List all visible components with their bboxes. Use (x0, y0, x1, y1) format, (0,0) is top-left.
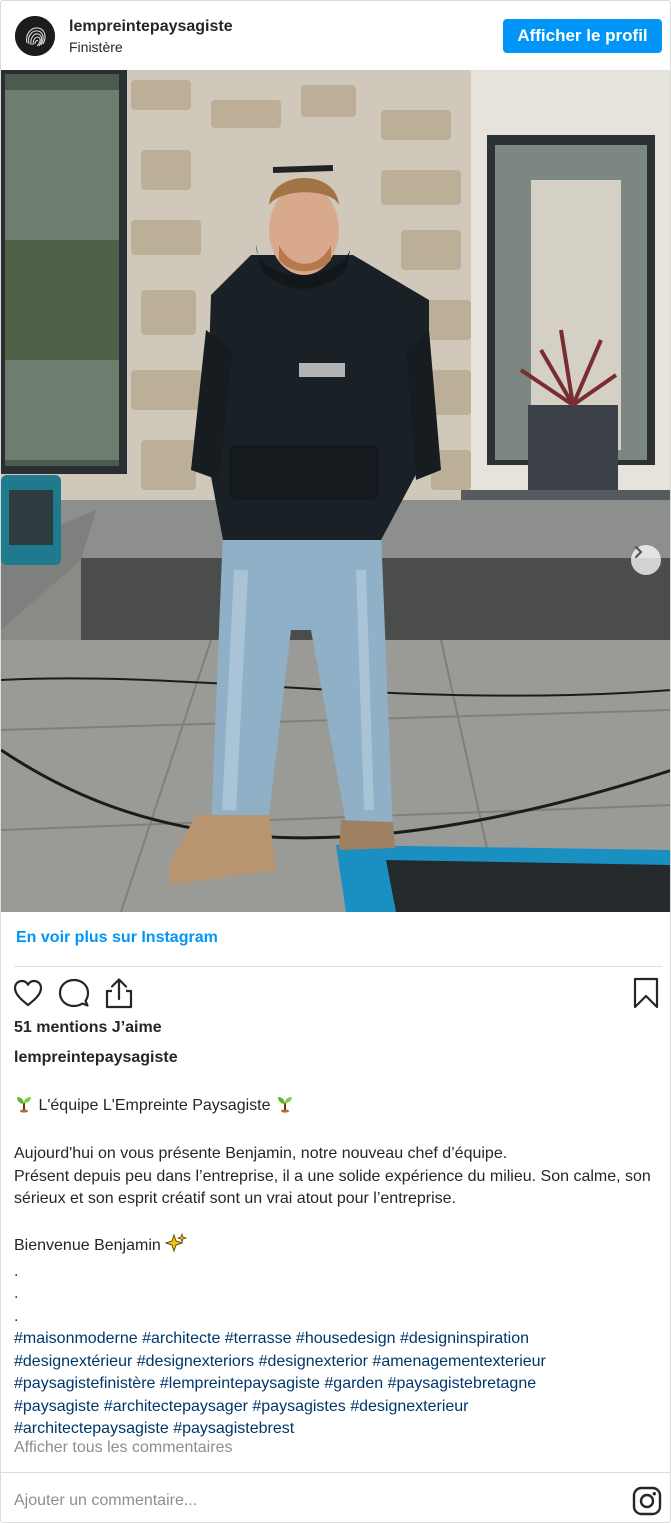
heart-icon (13, 979, 43, 1007)
hashtags-line[interactable]: #architectepaysagiste #paysagistebrest (14, 1418, 654, 1441)
comment-button[interactable] (57, 976, 91, 1010)
location[interactable]: Finistère (69, 39, 123, 55)
username[interactable]: lempreintepaysagiste (69, 18, 233, 36)
hashtags-line[interactable]: #designextérieur #designexteriors #desig… (14, 1351, 654, 1374)
instagram-logo-icon[interactable] (632, 1486, 662, 1516)
post-image[interactable] (1, 70, 670, 912)
caption-welcome: Bienvenue Benjamin (14, 1237, 161, 1254)
caption-welcome-line: Bienvenue Benjamin (14, 1232, 654, 1261)
caption-dot: . (14, 1262, 19, 1280)
hashtags-line[interactable]: #paysagiste #architectepaysager #paysagi… (14, 1396, 654, 1419)
add-comment-input[interactable]: Ajouter un commentaire... (14, 1492, 197, 1510)
post-header: lempreintepaysagiste Finistère Afficher … (1, 1, 670, 70)
action-bar (1, 976, 670, 1010)
share-icon (105, 978, 133, 1009)
next-slide-button[interactable] (631, 545, 661, 575)
chevron-right-icon (634, 545, 643, 559)
caption-title: L'équipe L'Empreinte Paysagiste (38, 1097, 271, 1114)
hashtags-line[interactable]: #maisonmoderne #architecte #terrasse #ho… (14, 1328, 654, 1351)
share-button[interactable] (102, 976, 136, 1010)
avatar[interactable] (15, 16, 55, 56)
caption-dot: . (14, 1307, 19, 1325)
see-more-on-instagram-link[interactable]: En voir plus sur Instagram (16, 929, 218, 947)
caption-dot: . (14, 1285, 19, 1302)
like-button[interactable] (11, 976, 45, 1010)
seedling-icon (14, 1093, 34, 1121)
likes-count[interactable]: 51 mentions J’aime (14, 1019, 162, 1037)
divider (1, 1472, 670, 1473)
view-all-comments-link[interactable]: Afficher tous les commentaires (14, 1439, 232, 1457)
divider (14, 966, 662, 967)
caption-text: L'équipe L'Empreinte Paysagiste Aujourd'… (14, 1093, 654, 1441)
instagram-embed-card: lempreintepaysagiste Finistère Afficher … (0, 0, 671, 1523)
caption-line: Présent depuis peu dans l’entreprise, il… (14, 1167, 651, 1208)
comment-icon (58, 978, 90, 1008)
caption-title-line: L'équipe L'Empreinte Paysagiste (14, 1093, 654, 1121)
view-profile-button[interactable]: Afficher le profil (503, 19, 662, 53)
sparkles-icon (164, 1232, 188, 1261)
caption-username[interactable]: lempreintepaysagiste (14, 1049, 178, 1067)
caption-line: Aujourd'hui on vous présente Benjamin, n… (14, 1145, 508, 1162)
bookmark-icon (633, 977, 659, 1009)
hashtags-line[interactable]: #paysagistefinistère #lempreintepaysagis… (14, 1373, 654, 1396)
seedling-icon (275, 1093, 295, 1121)
save-button[interactable] (629, 976, 663, 1010)
